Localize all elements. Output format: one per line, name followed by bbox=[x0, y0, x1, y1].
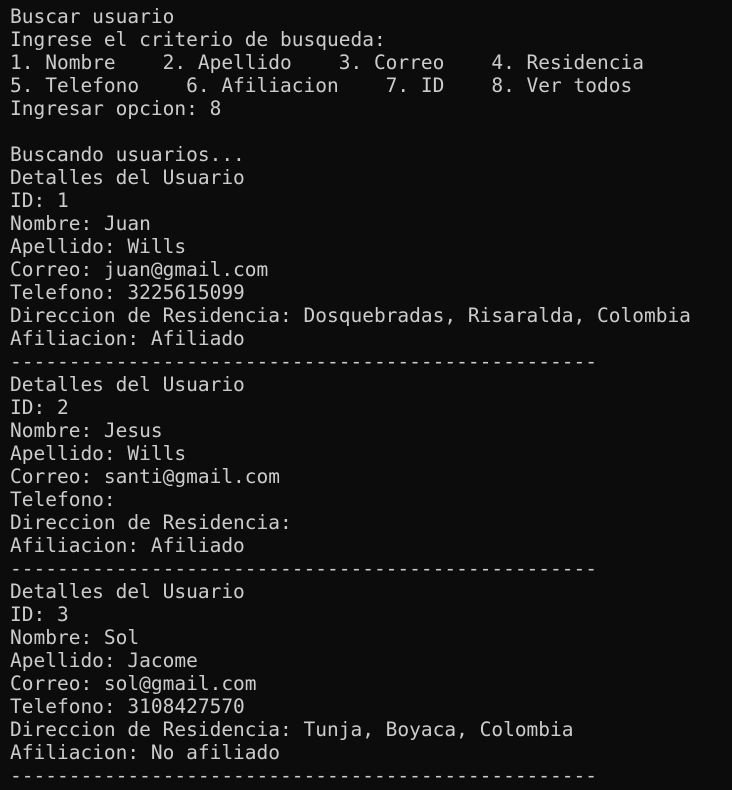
user-lastname: Apellido: Wills bbox=[10, 442, 187, 465]
user-affiliation: Afiliacion: Afiliado bbox=[10, 534, 245, 557]
user-details-title: Detalles del Usuario bbox=[10, 580, 245, 603]
user-affiliation: Afiliacion: Afiliado bbox=[10, 327, 245, 350]
user-address: Direccion de Residencia: Tunja, Boyaca, … bbox=[10, 718, 574, 741]
header-title: Buscar usuario bbox=[10, 5, 175, 28]
separator-line: ----------------------------------------… bbox=[10, 350, 597, 373]
user-details-title: Detalles del Usuario bbox=[10, 166, 245, 189]
separator-line: ----------------------------------------… bbox=[10, 557, 597, 580]
user-name: Nombre: Sol bbox=[10, 626, 140, 649]
user-id: ID: 3 bbox=[10, 603, 69, 626]
menu-options-row-1: 1. Nombre 2. Apellido 3. Correo 4. Resid… bbox=[10, 51, 644, 74]
user-id: ID: 2 bbox=[10, 396, 69, 419]
option-input-line[interactable]: Ingresar opcion: 8 bbox=[10, 97, 726, 120]
user-lastname: Apellido: Wills bbox=[10, 235, 187, 258]
user-lastname: Apellido: Jacome bbox=[10, 649, 198, 672]
user-address: Direccion de Residencia: Dosquebradas, R… bbox=[10, 304, 691, 327]
user-phone: Telefono: bbox=[10, 488, 116, 511]
user-affiliation: Afiliacion: No afiliado bbox=[10, 741, 281, 764]
user-id: ID: 1 bbox=[10, 189, 69, 212]
user-details-title: Detalles del Usuario bbox=[10, 373, 245, 396]
searching-status: Buscando usuarios... bbox=[10, 143, 245, 166]
user-name: Nombre: Juan bbox=[10, 212, 151, 235]
user-email: Correo: juan@gmail.com bbox=[10, 258, 269, 281]
separator-line: ----------------------------------------… bbox=[10, 764, 597, 787]
user-name: Nombre: Jesus bbox=[10, 419, 163, 442]
menu-options-row-2: 5. Telefono 6. Afiliacion 7. ID 8. Ver t… bbox=[10, 74, 633, 97]
terminal-output: Buscar usuario Ingrese el criterio de bu… bbox=[10, 5, 726, 787]
user-phone: Telefono: 3225615099 bbox=[10, 281, 245, 304]
user-phone: Telefono: 3108427570 bbox=[10, 695, 245, 718]
user-email: Correo: santi@gmail.com bbox=[10, 465, 281, 488]
user-address: Direccion de Residencia: bbox=[10, 511, 292, 534]
search-prompt: Ingrese el criterio de busqueda: bbox=[10, 28, 386, 51]
user-email: Correo: sol@gmail.com bbox=[10, 672, 257, 695]
